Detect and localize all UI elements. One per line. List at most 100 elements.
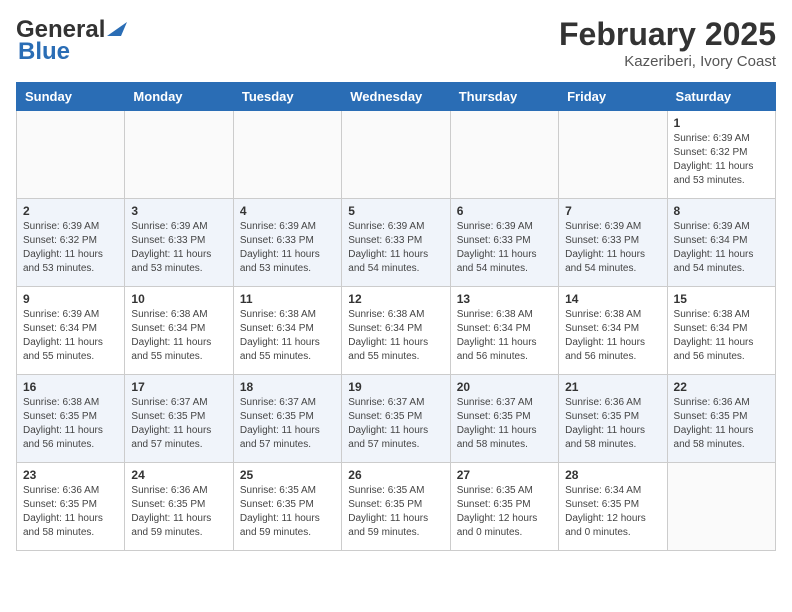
calendar-day-cell — [233, 111, 341, 199]
day-number: 15 — [674, 292, 769, 306]
day-number: 2 — [23, 204, 118, 218]
calendar-day-cell: 20 Sunrise: 6:37 AM Sunset: 6:35 PM Dayli… — [450, 375, 558, 463]
day-number: 1 — [674, 116, 769, 130]
day-info: Sunrise: 6:37 AM Sunset: 6:35 PM Dayligh… — [457, 396, 552, 452]
day-info: Sunrise: 6:34 AM Sunset: 6:35 PM Dayligh… — [565, 484, 660, 540]
day-of-week-header: Thursday — [450, 83, 558, 111]
calendar-subtitle: Kazeriberi, Ivory Coast — [559, 53, 776, 70]
day-number: 26 — [348, 468, 443, 482]
day-number: 11 — [240, 292, 335, 306]
calendar-day-cell: 8 Sunrise: 6:39 AM Sunset: 6:34 PM Daylig… — [667, 199, 775, 287]
calendar-day-cell — [450, 111, 558, 199]
day-number: 18 — [240, 380, 335, 394]
calendar-day-cell: 16 Sunrise: 6:38 AM Sunset: 6:35 PM Dayli… — [17, 375, 125, 463]
day-info: Sunrise: 6:35 AM Sunset: 6:35 PM Dayligh… — [240, 484, 335, 540]
calendar-day-cell: 25 Sunrise: 6:35 AM Sunset: 6:35 PM Dayli… — [233, 463, 341, 551]
day-number: 17 — [131, 380, 226, 394]
day-number: 8 — [674, 204, 769, 218]
calendar-day-cell — [667, 463, 775, 551]
calendar-week-row: 23Sunrise: 6:36 AM Sunset: 6:35 PM Dayli… — [17, 463, 776, 551]
day-number: 20 — [457, 380, 552, 394]
day-info: Sunrise: 6:38 AM Sunset: 6:34 PM Dayligh… — [348, 308, 443, 364]
calendar-day-cell: 14 Sunrise: 6:38 AM Sunset: 6:34 PM Dayli… — [559, 287, 667, 375]
day-info: Sunrise: 6:38 AM Sunset: 6:34 PM Dayligh… — [674, 308, 769, 364]
day-of-week-header: Tuesday — [233, 83, 341, 111]
calendar-day-cell: 6 Sunrise: 6:39 AM Sunset: 6:33 PM Daylig… — [450, 199, 558, 287]
day-number: 12 — [348, 292, 443, 306]
calendar-day-cell: 27 Sunrise: 6:35 AM Sunset: 6:35 PM Dayli… — [450, 463, 558, 551]
day-number: 22 — [674, 380, 769, 394]
calendar-day-cell: 24Sunrise: 6:36 AM Sunset: 6:35 PM Dayli… — [125, 463, 233, 551]
calendar-week-row: 2 Sunrise: 6:39 AM Sunset: 6:32 PM Daylig… — [17, 199, 776, 287]
day-info: Sunrise: 6:35 AM Sunset: 6:35 PM Dayligh… — [348, 484, 443, 540]
calendar-day-cell: 19Sunrise: 6:37 AM Sunset: 6:35 PM Dayli… — [342, 375, 450, 463]
day-number: 23 — [23, 468, 118, 482]
day-info: Sunrise: 6:38 AM Sunset: 6:34 PM Dayligh… — [131, 308, 226, 364]
calendar-day-cell: 15 Sunrise: 6:38 AM Sunset: 6:34 PM Dayli… — [667, 287, 775, 375]
day-info: Sunrise: 6:38 AM Sunset: 6:34 PM Dayligh… — [457, 308, 552, 364]
day-of-week-header: Monday — [125, 83, 233, 111]
calendar-day-cell: 26 Sunrise: 6:35 AM Sunset: 6:35 PM Dayli… — [342, 463, 450, 551]
day-info: Sunrise: 6:38 AM Sunset: 6:34 PM Dayligh… — [240, 308, 335, 364]
calendar-day-cell: 11 Sunrise: 6:38 AM Sunset: 6:34 PM Dayli… — [233, 287, 341, 375]
day-of-week-header: Wednesday — [342, 83, 450, 111]
calendar-day-cell: 10Sunrise: 6:38 AM Sunset: 6:34 PM Dayli… — [125, 287, 233, 375]
day-of-week-header: Saturday — [667, 83, 775, 111]
calendar-day-cell: 12 Sunrise: 6:38 AM Sunset: 6:34 PM Dayli… — [342, 287, 450, 375]
day-number: 5 — [348, 204, 443, 218]
calendar-day-cell: 18Sunrise: 6:37 AM Sunset: 6:35 PM Dayli… — [233, 375, 341, 463]
day-info: Sunrise: 6:36 AM Sunset: 6:35 PM Dayligh… — [674, 396, 769, 452]
day-info: Sunrise: 6:39 AM Sunset: 6:33 PM Dayligh… — [348, 220, 443, 276]
day-number: 14 — [565, 292, 660, 306]
day-info: Sunrise: 6:38 AM Sunset: 6:35 PM Dayligh… — [23, 396, 118, 452]
day-info: Sunrise: 6:39 AM Sunset: 6:32 PM Dayligh… — [674, 132, 769, 188]
calendar-week-row: 16 Sunrise: 6:38 AM Sunset: 6:35 PM Dayli… — [17, 375, 776, 463]
day-info: Sunrise: 6:36 AM Sunset: 6:35 PM Dayligh… — [565, 396, 660, 452]
calendar-day-cell: 9 Sunrise: 6:39 AM Sunset: 6:34 PM Daylig… — [17, 287, 125, 375]
day-number: 16 — [23, 380, 118, 394]
calendar-title: February 2025 — [559, 16, 776, 53]
day-number: 28 — [565, 468, 660, 482]
calendar-day-cell — [125, 111, 233, 199]
calendar-day-cell — [342, 111, 450, 199]
calendar-day-cell: 3 Sunrise: 6:39 AM Sunset: 6:33 PM Daylig… — [125, 199, 233, 287]
calendar-day-cell: 22 Sunrise: 6:36 AM Sunset: 6:35 PM Dayli… — [667, 375, 775, 463]
calendar-title-block: February 2025 Kazeriberi, Ivory Coast — [559, 16, 776, 70]
day-number: 25 — [240, 468, 335, 482]
calendar-day-cell: 2 Sunrise: 6:39 AM Sunset: 6:32 PM Daylig… — [17, 199, 125, 287]
day-info: Sunrise: 6:39 AM Sunset: 6:33 PM Dayligh… — [565, 220, 660, 276]
day-number: 21 — [565, 380, 660, 394]
day-number: 9 — [23, 292, 118, 306]
day-info: Sunrise: 6:39 AM Sunset: 6:34 PM Dayligh… — [674, 220, 769, 276]
day-info: Sunrise: 6:39 AM Sunset: 6:33 PM Dayligh… — [240, 220, 335, 276]
day-number: 7 — [565, 204, 660, 218]
day-info: Sunrise: 6:39 AM Sunset: 6:34 PM Dayligh… — [23, 308, 118, 364]
day-number: 3 — [131, 204, 226, 218]
calendar-week-row: 1 Sunrise: 6:39 AM Sunset: 6:32 PM Daylig… — [17, 111, 776, 199]
day-number: 27 — [457, 468, 552, 482]
calendar-day-cell: 28 Sunrise: 6:34 AM Sunset: 6:35 PM Dayli… — [559, 463, 667, 551]
day-of-week-header: Sunday — [17, 83, 125, 111]
day-info: Sunrise: 6:35 AM Sunset: 6:35 PM Dayligh… — [457, 484, 552, 540]
logo: General Blue — [16, 16, 127, 66]
day-number: 13 — [457, 292, 552, 306]
day-number: 24 — [131, 468, 226, 482]
calendar-day-cell — [559, 111, 667, 199]
logo-blue: Blue — [18, 38, 70, 66]
calendar-day-cell: 1 Sunrise: 6:39 AM Sunset: 6:32 PM Daylig… — [667, 111, 775, 199]
day-number: 19 — [348, 380, 443, 394]
day-info: Sunrise: 6:37 AM Sunset: 6:35 PM Dayligh… — [131, 396, 226, 452]
day-info: Sunrise: 6:39 AM Sunset: 6:32 PM Dayligh… — [23, 220, 118, 276]
calendar-day-cell: 7 Sunrise: 6:39 AM Sunset: 6:33 PM Daylig… — [559, 199, 667, 287]
day-info: Sunrise: 6:38 AM Sunset: 6:34 PM Dayligh… — [565, 308, 660, 364]
day-number: 6 — [457, 204, 552, 218]
day-info: Sunrise: 6:39 AM Sunset: 6:33 PM Dayligh… — [457, 220, 552, 276]
calendar-day-cell: 5 Sunrise: 6:39 AM Sunset: 6:33 PM Daylig… — [342, 199, 450, 287]
calendar-week-row: 9 Sunrise: 6:39 AM Sunset: 6:34 PM Daylig… — [17, 287, 776, 375]
calendar-table: SundayMondayTuesdayWednesdayThursdayFrid… — [16, 82, 776, 551]
day-of-week-header: Friday — [559, 83, 667, 111]
day-info: Sunrise: 6:39 AM Sunset: 6:33 PM Dayligh… — [131, 220, 226, 276]
calendar-day-cell: 17 Sunrise: 6:37 AM Sunset: 6:35 PM Dayli… — [125, 375, 233, 463]
calendar-day-cell — [17, 111, 125, 199]
calendar-day-cell: 23Sunrise: 6:36 AM Sunset: 6:35 PM Dayli… — [17, 463, 125, 551]
